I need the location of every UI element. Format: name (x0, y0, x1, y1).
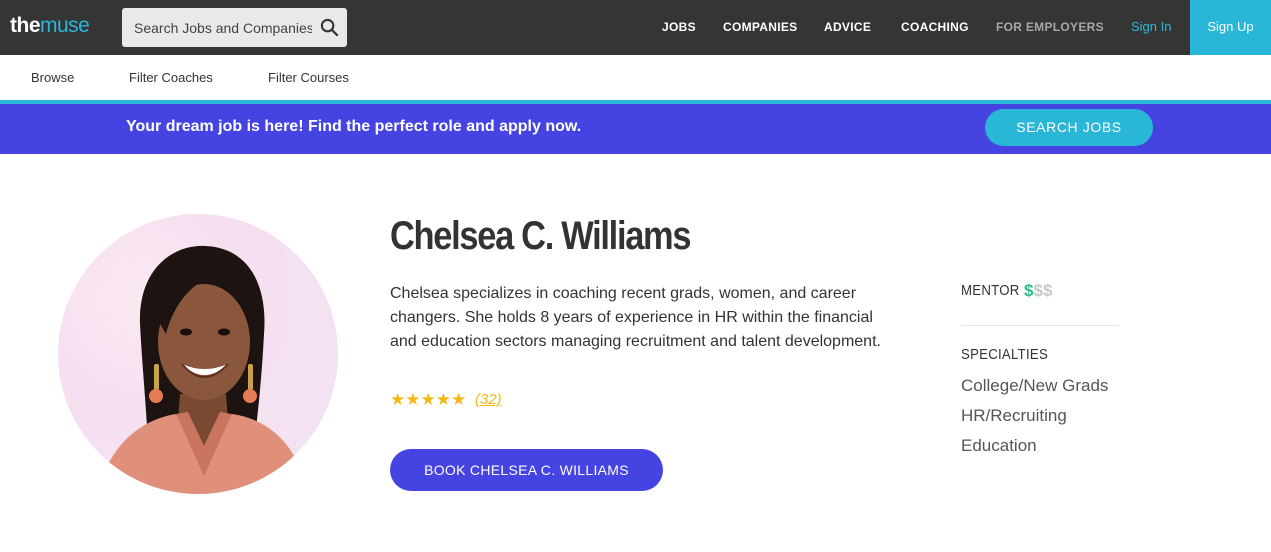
search-box (122, 8, 347, 47)
search-input[interactable] (122, 8, 312, 47)
subnav-filter-courses[interactable]: Filter Courses (268, 70, 349, 85)
dollar-icon: $ (1042, 281, 1053, 300)
nav-for-employers[interactable]: FOR EMPLOYERS (996, 20, 1104, 34)
coach-name: Chelsea C. Williams (390, 214, 691, 258)
top-navbar: themuse JOBS COMPANIES ADVICE COACHING F… (0, 0, 1271, 55)
coach-photo-illustration (98, 245, 308, 494)
star-icon: ★ (405, 390, 421, 409)
coach-subnav: Browse Filter Coaches Filter Courses (0, 55, 1271, 100)
star-icon: ★ (451, 390, 467, 409)
coach-bio: Chelsea specializes in coaching recent g… (390, 285, 881, 350)
themuse-logo[interactable]: themuse (10, 14, 90, 38)
star-icon: ★ (435, 390, 451, 409)
specialty-item: Education (961, 436, 1037, 455)
book-coach-button[interactable]: BOOK CHELSEA C. WILLIAMS (390, 449, 663, 491)
banner-message: Your dream job is here! Find the perfect… (126, 118, 582, 135)
search-jobs-button[interactable]: SEARCH JOBS (985, 109, 1153, 146)
promo-banner: Your dream job is here! Find the perfect… (0, 104, 1271, 154)
star-icon: ★ (390, 390, 406, 409)
star-icon: ★ (420, 390, 436, 409)
logo-the-text: the (10, 14, 41, 37)
coach-avatar (58, 214, 338, 494)
sign-in-link[interactable]: Sign In (1131, 19, 1171, 34)
subnav-filter-coaches[interactable]: Filter Coaches (129, 70, 213, 85)
subnav-browse[interactable]: Browse (31, 70, 74, 85)
sign-up-button[interactable]: Sign Up (1190, 0, 1271, 55)
nav-companies[interactable]: COMPANIES (723, 20, 797, 34)
coach-level-label: MENTOR (961, 282, 1020, 299)
sidebar-divider (961, 325, 1119, 326)
nav-advice[interactable]: ADVICE (824, 20, 871, 34)
rating-stars: ★★★★★ (390, 390, 466, 410)
review-count-link[interactable]: (32) (475, 391, 502, 408)
search-icon[interactable] (320, 18, 339, 37)
specialty-item: HR/Recruiting (961, 406, 1067, 425)
nav-coaching[interactable]: COACHING (901, 20, 969, 34)
specialty-item: College/New Grads (961, 376, 1109, 395)
price-level-indicator: $$$ (1024, 281, 1052, 301)
logo-muse-text: muse (40, 14, 90, 37)
dollar-icon: $ (1033, 281, 1043, 300)
nav-jobs[interactable]: JOBS (662, 20, 696, 34)
specialties-heading: SPECIALTIES (961, 346, 1049, 363)
